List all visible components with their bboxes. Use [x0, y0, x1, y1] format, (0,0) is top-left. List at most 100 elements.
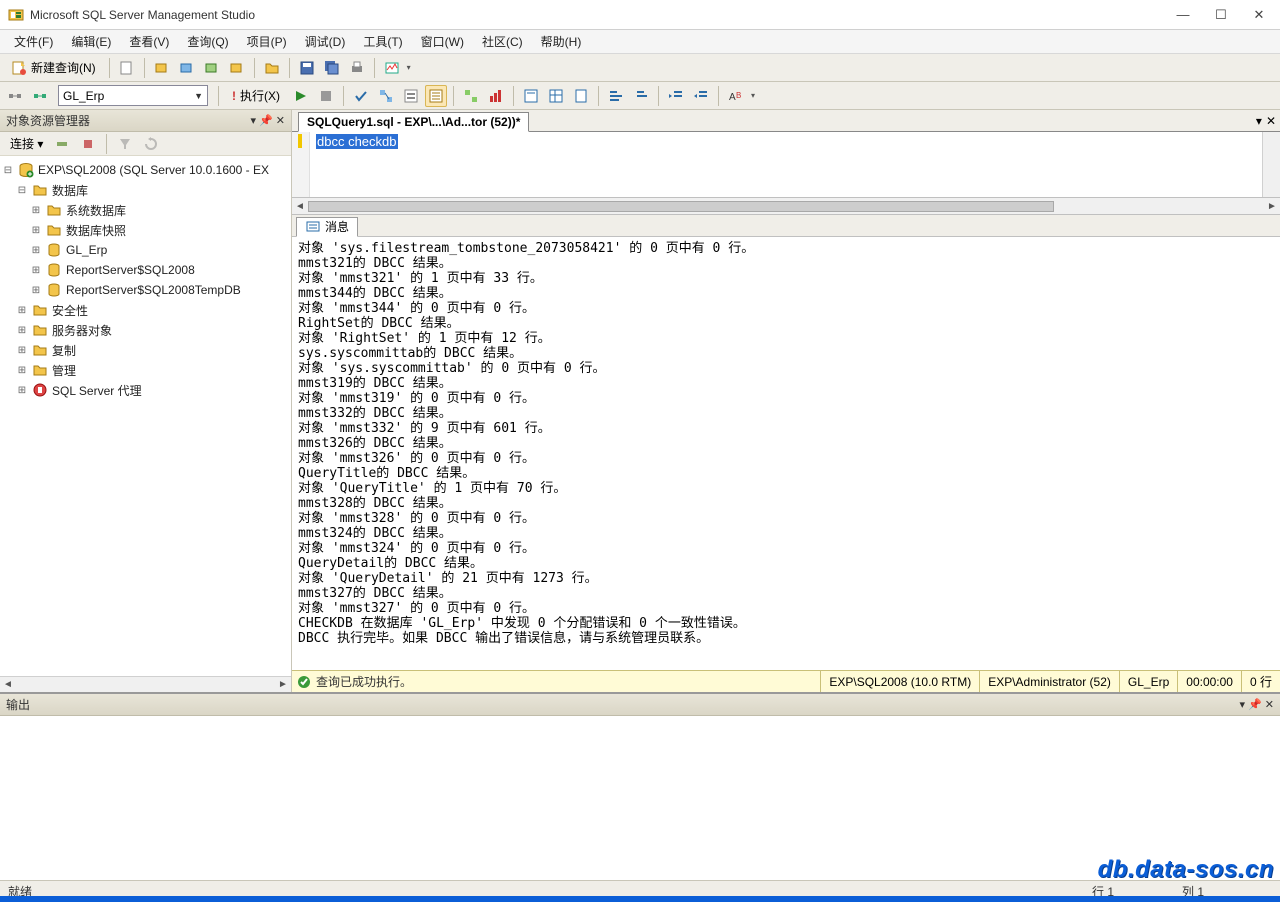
title-bar: Microsoft SQL Server Management Studio —… [0, 0, 1280, 30]
scroll-thumb[interactable] [308, 201, 1054, 212]
tab-close-icon[interactable]: ✕ [1266, 114, 1276, 128]
minimize-button[interactable]: — [1174, 7, 1192, 23]
results-grid-icon[interactable] [545, 85, 567, 107]
as-query-icon[interactable] [176, 57, 198, 79]
object-explorer-scrollbar[interactable]: ◄ ► [0, 676, 291, 692]
editor-h-scrollbar[interactable]: ◄ ► [292, 198, 1280, 215]
save-all-icon[interactable] [321, 57, 343, 79]
menu-query[interactable]: 查询(Q) [179, 31, 236, 52]
sql-editor[interactable]: dbcc checkdb [292, 132, 1280, 198]
editor-content[interactable]: dbcc checkdb [310, 132, 404, 197]
outdent-icon[interactable] [690, 85, 712, 107]
menu-help[interactable]: 帮助(H) [533, 31, 590, 52]
comment-icon[interactable] [605, 85, 627, 107]
menu-view[interactable]: 查看(V) [121, 31, 177, 52]
parse-icon[interactable] [350, 85, 372, 107]
tree-label: 服务器对象 [52, 322, 112, 339]
query-options-icon[interactable] [400, 85, 422, 107]
de-query-icon[interactable] [151, 57, 173, 79]
cancel-query-icon[interactable] [315, 85, 337, 107]
output-body[interactable] [0, 716, 1280, 880]
tree-sys-db-node[interactable]: ⊞系统数据库 [2, 200, 289, 220]
tree-server-objects-node[interactable]: ⊞服务器对象 [2, 320, 289, 340]
mdx-query-icon[interactable] [201, 57, 223, 79]
tree-label: ReportServer$SQL2008 [66, 263, 195, 277]
tree-agent-node[interactable]: ⊞SQL Server 代理 [2, 380, 289, 400]
tree-snapshot-node[interactable]: ⊞数据库快照 [2, 220, 289, 240]
intellisense-icon[interactable] [425, 85, 447, 107]
messages-tab[interactable]: 消息 [296, 217, 358, 237]
filter-icon[interactable] [114, 133, 136, 155]
panel-menu-icon[interactable]: ▾ [251, 114, 257, 127]
panel-pin-icon[interactable]: 📌 [259, 114, 273, 127]
separator [218, 86, 219, 106]
uncomment-icon[interactable] [630, 85, 652, 107]
tree-replication-node[interactable]: ⊞复制 [2, 340, 289, 360]
ce-query-icon[interactable] [226, 57, 248, 79]
change-connection-icon[interactable] [29, 85, 51, 107]
dropdown-arrow-icon[interactable]: ▾ [407, 63, 411, 72]
server-icon [18, 162, 34, 178]
menu-edit[interactable]: 编辑(E) [63, 31, 119, 52]
tree-server-node[interactable]: ⊟EXP\SQL2008 (SQL Server 10.0.1600 - EX [2, 160, 289, 180]
refresh-icon[interactable] [140, 133, 162, 155]
connect-dropdown[interactable]: 连接 ▾ [6, 133, 47, 154]
scroll-right-icon[interactable]: ► [1264, 198, 1280, 214]
tree-db-glerp[interactable]: ⊞GL_Erp [2, 240, 289, 260]
bottom-blue-bar [0, 896, 1280, 902]
print-icon[interactable] [346, 57, 368, 79]
save-icon[interactable] [296, 57, 318, 79]
disconnect-icon[interactable] [51, 133, 73, 155]
activity-monitor-icon[interactable] [381, 57, 403, 79]
scroll-left-icon[interactable]: ◄ [292, 198, 308, 214]
scroll-track[interactable] [16, 677, 275, 692]
results-text-icon[interactable] [520, 85, 542, 107]
include-plan-icon[interactable] [460, 85, 482, 107]
database-combo[interactable]: GL_Erp ▼ [58, 85, 208, 106]
new-project-icon[interactable] [116, 57, 138, 79]
indent-icon[interactable] [665, 85, 687, 107]
menu-window[interactable]: 窗口(W) [413, 31, 472, 52]
estimated-plan-icon[interactable] [375, 85, 397, 107]
status-elapsed: 00:00:00 [1177, 671, 1241, 692]
panel-menu-icon[interactable]: ▾ [1240, 698, 1246, 711]
open-file-icon[interactable] [261, 57, 283, 79]
object-explorer-tree[interactable]: ⊟EXP\SQL2008 (SQL Server 10.0.1600 - EX … [0, 156, 291, 676]
tree-databases-node[interactable]: ⊟数据库 [2, 180, 289, 200]
scroll-left-icon[interactable]: ◄ [0, 677, 16, 692]
include-stats-icon[interactable] [485, 85, 507, 107]
menu-file[interactable]: 文件(F) [6, 31, 61, 52]
menu-tools[interactable]: 工具(T) [355, 31, 410, 52]
panel-close-icon[interactable]: ✕ [276, 114, 285, 127]
dropdown-arrow-icon[interactable]: ▾ [751, 91, 755, 100]
close-button[interactable]: ✕ [1250, 7, 1268, 23]
messages-output[interactable]: 对象 'sys.filestream_tombstone_2073058421'… [292, 237, 1280, 670]
window-title: Microsoft SQL Server Management Studio [30, 8, 1174, 22]
scroll-track[interactable] [308, 198, 1264, 214]
panel-pin-icon[interactable]: 📌 [1248, 698, 1262, 711]
execute-button[interactable]: ! 执行(X) [225, 85, 287, 107]
document-tab[interactable]: SQLQuery1.sql - EXP\...\Ad...tor (52))* [298, 112, 529, 132]
debug-icon[interactable] [290, 85, 312, 107]
menu-project[interactable]: 项目(P) [239, 31, 295, 52]
app-icon [8, 7, 24, 23]
panel-close-icon[interactable]: ✕ [1265, 698, 1274, 711]
scroll-right-icon[interactable]: ► [275, 677, 291, 692]
separator [144, 58, 145, 78]
maximize-button[interactable]: ☐ [1212, 7, 1230, 23]
menu-debug[interactable]: 调试(D) [297, 31, 354, 52]
tree-db-rs-temp[interactable]: ⊞ReportServer$SQL2008TempDB [2, 280, 289, 300]
tree-security-node[interactable]: ⊞安全性 [2, 300, 289, 320]
connect-icon[interactable] [4, 85, 26, 107]
tab-menu-icon[interactable]: ▾ [1256, 114, 1262, 128]
tree-management-node[interactable]: ⊞管理 [2, 360, 289, 380]
stop-icon[interactable] [77, 133, 99, 155]
menu-community[interactable]: 社区(C) [474, 31, 531, 52]
specify-values-icon[interactable]: AB [725, 85, 747, 107]
tree-db-rs[interactable]: ⊞ReportServer$SQL2008 [2, 260, 289, 280]
database-icon [46, 242, 62, 258]
new-query-button[interactable]: 新建查询(N) [4, 57, 103, 79]
output-panel-title-bar: 输出 ▾ 📌 ✕ [0, 694, 1280, 716]
results-file-icon[interactable] [570, 85, 592, 107]
editor-v-scrollbar[interactable] [1262, 132, 1280, 197]
